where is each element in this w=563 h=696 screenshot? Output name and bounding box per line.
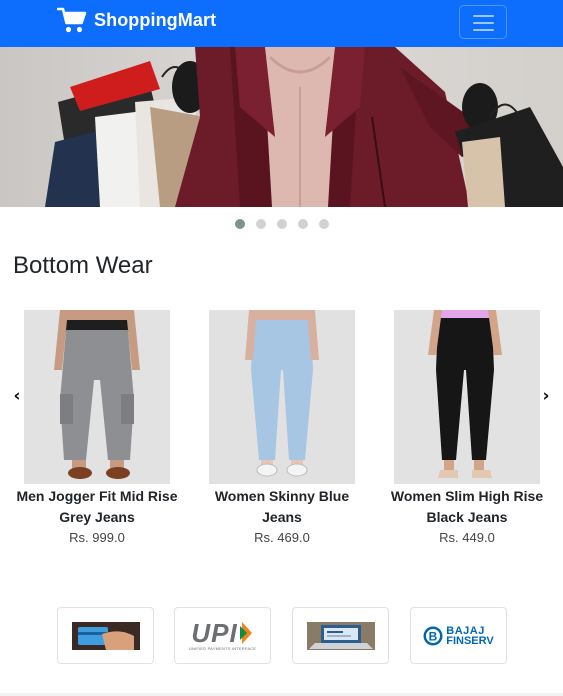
- product-image: [24, 310, 170, 484]
- carousel-indicator-4[interactable]: [297, 219, 308, 229]
- net-banking-icon: [306, 621, 375, 650]
- product-image: [209, 310, 355, 484]
- upi-logo-text: UPI: [191, 618, 238, 648]
- product-name[interactable]: Men Jogger Fit Mid Rise Grey Jeans: [7, 486, 187, 528]
- carousel-indicator-1[interactable]: [234, 219, 245, 229]
- carousel-indicator-3[interactable]: [276, 219, 287, 229]
- card-payment-icon: [71, 621, 140, 650]
- upi-logo-subtext: UNIFIED PAYMENTS INTERFACE: [188, 646, 257, 651]
- product-card[interactable]: Women Slim High Rise Black Jeans Rs. 449…: [377, 310, 557, 545]
- carousel-indicator-2[interactable]: [255, 219, 266, 229]
- navbar: ShoppingMart: [0, 0, 563, 47]
- carousel-indicator-5[interactable]: [318, 219, 329, 229]
- carousel-indicators: [0, 219, 563, 229]
- hamburger-menu-icon: [473, 15, 494, 31]
- product-price: Rs. 999.0: [69, 530, 125, 545]
- bajaj-logo-text: BAJAJ: [446, 624, 485, 637]
- product-image: [394, 310, 540, 484]
- bajaj-logo-subtext: FINSERV: [446, 634, 494, 647]
- product-name[interactable]: Women Skinny Blue Jeans: [192, 486, 372, 528]
- payment-option[interactable]: [292, 607, 389, 664]
- bajaj-finserv-logo: B BAJAJ FINSERV: [423, 624, 494, 647]
- payment-option[interactable]: UPI UNIFIED PAYMENTS INTERFACE: [174, 607, 271, 664]
- product-card[interactable]: Women Skinny Blue Jeans Rs. 469.0: [192, 310, 372, 545]
- shopping-cart-icon: [57, 7, 87, 33]
- hero-carousel-slide[interactable]: [0, 47, 563, 207]
- section-title: Bottom Wear: [13, 252, 153, 279]
- bajaj-b-icon: B: [423, 626, 443, 645]
- payment-option[interactable]: [57, 607, 154, 664]
- upi-arrow-icon: [239, 622, 252, 644]
- product-price: Rs. 469.0: [254, 530, 310, 545]
- product-name[interactable]: Women Slim High Rise Black Jeans: [377, 486, 557, 528]
- svg-text:B: B: [429, 629, 438, 643]
- product-card[interactable]: Men Jogger Fit Mid Rise Grey Jeans Rs. 9…: [7, 310, 187, 545]
- brand-link[interactable]: ShoppingMart: [57, 6, 216, 34]
- payment-option[interactable]: B BAJAJ FINSERV: [410, 607, 507, 664]
- upi-logo: UPI UNIFIED PAYMENTS INTERFACE: [189, 620, 256, 651]
- navbar-toggler-button[interactable]: [459, 5, 507, 39]
- hero-banner-image: [0, 47, 563, 207]
- product-price: Rs. 449.0: [439, 530, 495, 545]
- brand-name: ShoppingMart: [94, 9, 217, 30]
